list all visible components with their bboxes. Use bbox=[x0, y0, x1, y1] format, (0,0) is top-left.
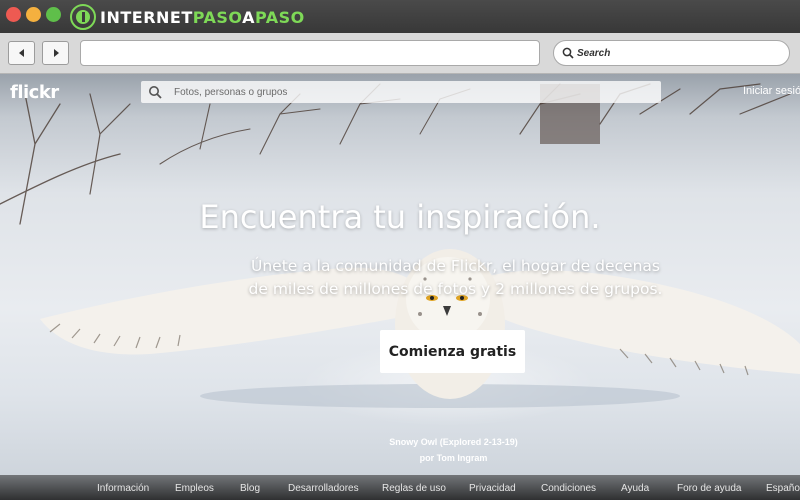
photo-title-link[interactable]: Snowy Owl (Explored 2-13-19) bbox=[0, 437, 800, 447]
footer: Información Empleos Blog Desarrolladores… bbox=[0, 475, 800, 500]
window-titlebar: INTERNETPASOAPASO bbox=[0, 0, 800, 33]
browser-toolbar: Search bbox=[0, 33, 800, 74]
browser-search-placeholder: Search bbox=[577, 47, 611, 59]
magnifier-icon bbox=[149, 86, 162, 99]
logo-word-3: A bbox=[242, 7, 255, 27]
logo-word-4: PASO bbox=[254, 7, 305, 27]
hero-subtitle-line-1: Únete a la comunidad de Flickr, el hogar… bbox=[251, 257, 660, 275]
close-window-button[interactable] bbox=[6, 7, 21, 22]
logo-word-1: INTERNET bbox=[100, 7, 193, 27]
browser-search-box[interactable]: Search bbox=[553, 40, 790, 66]
footer-link-desarrolladores[interactable]: Desarrolladores bbox=[288, 483, 359, 494]
footer-link-blog[interactable]: Blog bbox=[240, 483, 260, 494]
flickr-search-input[interactable]: Fotos, personas o grupos bbox=[141, 81, 661, 103]
logo-word-2: PASO bbox=[192, 7, 243, 27]
flickr-header: flickr Fotos, personas o grupos Iniciar … bbox=[0, 74, 800, 110]
back-arrow-icon bbox=[18, 49, 24, 57]
footer-link-privacidad[interactable]: Privacidad bbox=[469, 483, 516, 494]
forward-button[interactable] bbox=[42, 41, 69, 65]
forward-arrow-icon bbox=[53, 49, 59, 57]
footer-link-foro-de-ayuda[interactable]: Foro de ayuda bbox=[677, 483, 742, 494]
hero-subtitle-line-2: de miles de millones de fotos y 2 millon… bbox=[248, 280, 663, 298]
flickr-landing-page: flickr Fotos, personas o grupos Iniciar … bbox=[0, 74, 800, 500]
internetpasoapaso-logo: INTERNETPASOAPASO bbox=[70, 3, 305, 31]
flickr-logo[interactable]: flickr bbox=[10, 82, 59, 103]
search-icon bbox=[562, 47, 574, 59]
footer-link-condiciones[interactable]: Condiciones bbox=[541, 483, 596, 494]
language-selector[interactable]: Español bbox=[766, 483, 800, 494]
signup-button[interactable]: Comienza gratis bbox=[380, 330, 525, 373]
power-icon bbox=[70, 4, 96, 30]
footer-link-informacion[interactable]: Información bbox=[97, 483, 149, 494]
address-bar[interactable] bbox=[80, 40, 540, 66]
footer-link-ayuda[interactable]: Ayuda bbox=[621, 483, 649, 494]
maximize-window-button[interactable] bbox=[46, 7, 61, 22]
flickr-search-placeholder: Fotos, personas o grupos bbox=[174, 86, 288, 98]
footer-link-reglas-de-uso[interactable]: Reglas de uso bbox=[382, 483, 446, 494]
hero-subtitle: Únete a la comunidad de Flickr, el hogar… bbox=[228, 255, 683, 301]
hero-title: Encuentra tu inspiración. bbox=[199, 198, 601, 236]
minimize-window-button[interactable] bbox=[26, 7, 41, 22]
back-button[interactable] bbox=[8, 41, 35, 65]
footer-link-empleos[interactable]: Empleos bbox=[175, 483, 214, 494]
photo-author-link[interactable]: por Tom Ingram bbox=[0, 453, 800, 463]
login-link[interactable]: Iniciar sesión bbox=[743, 85, 800, 97]
